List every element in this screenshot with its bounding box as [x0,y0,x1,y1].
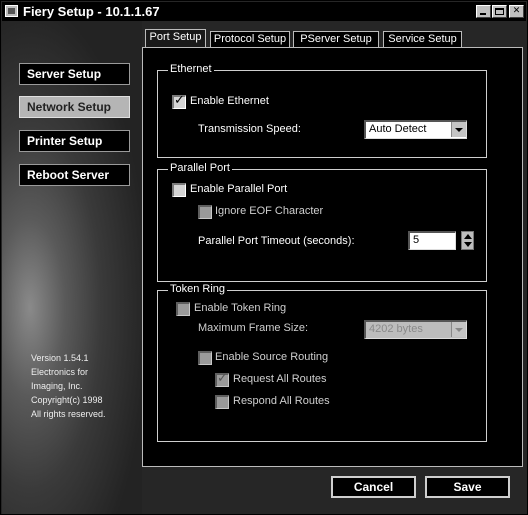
maximize-icon[interactable] [492,5,507,18]
version-line: All rights reserved. [31,409,106,419]
ethernet-group: Ethernet ✓ Enable Ethernet Transmission … [157,63,487,158]
chevron-down-icon[interactable] [451,322,466,337]
tab-port-setup[interactable]: Port Setup [145,29,206,48]
token-ring-legend: Token Ring [168,283,228,295]
window-title: Fiery Setup - 10.1.1.67 [23,4,160,19]
close-icon[interactable]: ✕ [509,5,524,18]
request-all-routes-checkbox[interactable]: ✓ [215,371,229,387]
minimize-icon[interactable] [476,5,491,18]
enable-parallel-port-label: Enable Parallel Port [190,183,288,195]
parallel-port-legend: Parallel Port [168,162,232,174]
tab-pserver-setup[interactable]: PServer Setup [293,31,379,47]
enable-parallel-port-checkbox[interactable] [172,183,186,197]
parallel-timeout-input[interactable]: 5 [408,231,456,250]
enable-ethernet-label: Enable Ethernet [190,95,269,107]
transmission-speed-label: Transmission Speed: [198,123,301,135]
ignore-eof-label: Ignore EOF Character [215,205,324,217]
sidebar: Server Setup Network Setup Printer Setup… [2,21,142,514]
tab-protocol-setup[interactable]: Protocol Setup [210,31,290,47]
tab-service-setup[interactable]: Service Setup [383,31,462,47]
save-button[interactable]: Save [425,476,510,498]
parallel-port-group: Parallel Port Enable Parallel Port Ignor… [157,162,487,282]
respond-all-routes-label: Respond All Routes [233,395,330,407]
ethernet-legend: Ethernet [168,63,214,75]
check-icon: ✓ [217,371,228,386]
spin-down-icon[interactable] [464,242,472,247]
main-area: Port Setup Protocol Setup PServer Setup … [142,21,527,514]
sidebar-item-network-setup[interactable]: Network Setup [19,96,130,118]
version-line: Electronics for [31,367,89,377]
token-ring-group: Token Ring Enable Token Ring Maximum Fra… [157,283,487,442]
ignore-eof-checkbox[interactable] [198,205,212,219]
max-frame-size-select[interactable]: 4202 bytes [364,320,467,339]
version-info: Version 1.54.1 Electronics for Imaging, … [31,351,106,421]
enable-source-routing-checkbox[interactable] [198,351,212,365]
respond-all-routes-checkbox[interactable] [215,395,229,409]
sidebar-item-printer-setup[interactable]: Printer Setup [19,130,130,152]
parallel-timeout-label: Parallel Port Timeout (seconds): [198,235,355,247]
enable-token-ring-label: Enable Token Ring [194,302,287,314]
max-frame-size-value: 4202 bytes [369,323,423,335]
port-setup-panel: Ethernet ✓ Enable Ethernet Transmission … [142,47,523,467]
timeout-spinner[interactable] [461,231,474,250]
title-bar[interactable]: Fiery Setup - 10.1.1.67 ✕ [2,2,526,21]
transmission-speed-value: Auto Detect [369,123,427,135]
version-line: Copyright(c) 1998 [31,395,103,405]
enable-source-routing-label: Enable Source Routing [215,351,329,363]
check-icon: ✓ [174,93,185,108]
sidebar-item-reboot-server[interactable]: Reboot Server [19,164,130,186]
request-all-routes-label: Request All Routes [233,373,327,385]
max-frame-size-label: Maximum Frame Size: [198,322,309,334]
cancel-button[interactable]: Cancel [331,476,416,498]
spin-up-icon[interactable] [464,234,472,239]
fiery-setup-window: Fiery Setup - 10.1.1.67 ✕ Server Setup N… [0,0,528,515]
version-line: Imaging, Inc. [31,381,83,391]
chevron-down-icon[interactable] [451,122,466,137]
window-icon[interactable] [5,5,18,17]
transmission-speed-select[interactable]: Auto Detect [364,120,467,139]
enable-token-ring-checkbox[interactable] [176,302,190,316]
sidebar-item-server-setup[interactable]: Server Setup [19,63,130,85]
enable-ethernet-checkbox[interactable]: ✓ [172,93,186,109]
version-line: Version 1.54.1 [31,353,89,363]
